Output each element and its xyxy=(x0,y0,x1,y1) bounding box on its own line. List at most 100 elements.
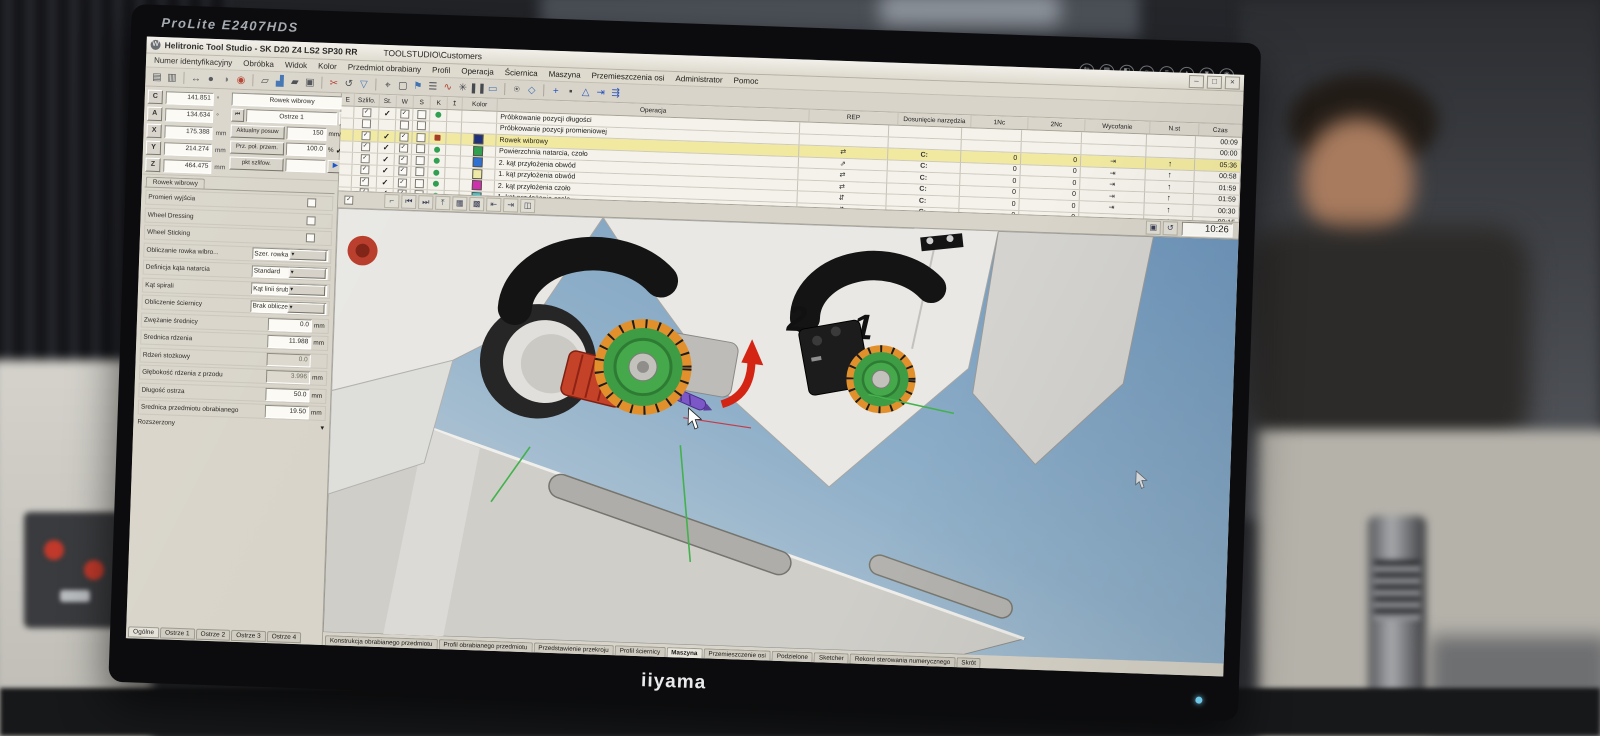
row-checkbox[interactable]: ✓ xyxy=(360,142,369,151)
sim-last-icon[interactable]: ⏭ xyxy=(418,195,433,210)
menu-widok[interactable]: Widok xyxy=(285,60,308,70)
row-checkbox[interactable]: ✓ xyxy=(399,132,408,141)
param-input[interactable]: 11.988 xyxy=(267,335,311,350)
snapshot-icon[interactable]: ▣ xyxy=(1146,221,1161,236)
viewport-tab-maszyna[interactable]: Maszyna xyxy=(666,647,703,658)
param-select[interactable]: Brak obliczenia▼ xyxy=(250,300,326,315)
feed-value[interactable]: 150 xyxy=(286,126,326,140)
feed-button[interactable]: Aktualny posuw xyxy=(230,125,284,140)
flag-icon[interactable]: ⚑ xyxy=(410,78,426,94)
sim-top-icon[interactable]: ⤒ xyxy=(435,196,450,211)
statistics-icon[interactable]: ▟ xyxy=(272,73,288,89)
grind-value[interactable] xyxy=(285,158,325,172)
minimize-button[interactable]: – xyxy=(1189,74,1204,88)
menu-numer-identyfikacyjny[interactable]: Numer identyfikacyjny xyxy=(154,56,233,68)
sim-checkbox[interactable]: ✓ xyxy=(344,195,353,204)
tab-ostrze-4[interactable]: Ostrze 4 xyxy=(266,631,301,643)
param-input[interactable]: 19.50 xyxy=(265,405,309,420)
row-checkbox[interactable] xyxy=(361,119,370,128)
grind-point-button[interactable]: pkt szlifow. xyxy=(229,156,283,171)
viewport-tab-rekord-sterowania-numerycznego[interactable]: Rekord sterowania numerycznego xyxy=(850,653,956,667)
axis-z-button[interactable]: Z xyxy=(145,158,160,173)
row-checkbox[interactable] xyxy=(415,156,424,165)
stop-icon[interactable]: ▪ xyxy=(563,84,579,100)
maximize-button[interactable]: □ xyxy=(1207,75,1222,89)
document-icon[interactable]: ▢ xyxy=(395,78,411,94)
axis-a-button[interactable]: A xyxy=(147,107,162,122)
sim-view2-icon[interactable]: ▩ xyxy=(469,197,484,212)
add-icon[interactable]: + xyxy=(548,83,564,99)
sim-rotate-icon[interactable]: ◫ xyxy=(520,199,535,214)
axis-x-button[interactable]: X xyxy=(146,124,161,139)
fit-view-icon[interactable]: ↔ xyxy=(188,71,204,87)
tab-ostrze-3[interactable]: Ostrze 3 xyxy=(231,630,266,642)
wheel-red-icon[interactable]: ◉ xyxy=(233,72,249,88)
menu-administrator[interactable]: Administrator xyxy=(675,74,722,85)
row-checkbox[interactable]: ✓ xyxy=(360,165,369,174)
menu-pomoc[interactable]: Pomoc xyxy=(733,76,758,86)
param-input[interactable]: 50.0 xyxy=(265,387,309,402)
viewport-tab-profil-ściernicy[interactable]: Profil ściernicy xyxy=(615,645,666,657)
viewport-tab-przemieszczenie-osi[interactable]: Przemieszczenie osi xyxy=(703,648,771,660)
sim-view1-icon[interactable]: ▦ xyxy=(452,196,467,211)
row-checkbox[interactable]: ✓ xyxy=(359,177,368,186)
edge-selector[interactable]: Ostrze 1 xyxy=(246,109,338,125)
pause-icon[interactable]: ❚❚ xyxy=(470,80,486,96)
sim-corner-icon[interactable]: ⌐ xyxy=(384,194,399,209)
row-checkbox[interactable]: ✓ xyxy=(360,154,369,163)
menu-przemieszczenia-osi[interactable]: Przemieszczenia osi xyxy=(591,71,664,83)
row-checkbox[interactable] xyxy=(399,121,408,130)
row-checkbox[interactable]: ✓ xyxy=(361,131,370,140)
graph-icon[interactable]: ∿ xyxy=(440,79,456,95)
tab-ostrze-2[interactable]: Ostrze 2 xyxy=(195,629,230,641)
param-checkbox[interactable] xyxy=(306,233,315,242)
axis-y-button[interactable]: Y xyxy=(146,141,161,156)
tab-ogólne[interactable]: Ogólne xyxy=(128,626,159,638)
param-checkbox[interactable] xyxy=(306,216,315,225)
row-checkbox[interactable]: ✓ xyxy=(397,178,406,187)
list-icon[interactable]: ☰ xyxy=(425,79,441,95)
machine-3d-viewport[interactable]: 2 1 xyxy=(323,208,1238,663)
viewport-tab-profil-obrabianego-przedmiotu[interactable]: Profil obrabianego przedmiotu xyxy=(438,639,532,652)
param-input[interactable]: 0.0 xyxy=(268,317,312,332)
cascade-windows-icon[interactable]: ▥ xyxy=(164,70,180,86)
param-select[interactable]: Standard▼ xyxy=(252,265,328,280)
cut-icon[interactable]: ✂ xyxy=(326,75,342,91)
sim-next-icon[interactable]: ⇥ xyxy=(503,198,518,213)
menu-przedmiot-obrabiany[interactable]: Przedmiot obrabiany xyxy=(348,63,422,75)
sim-first-icon[interactable]: ⏮ xyxy=(401,195,416,210)
viewport-tab-sketcher[interactable]: Sketcher xyxy=(814,652,849,663)
open-folder-icon[interactable]: ▰ xyxy=(287,74,303,90)
screen-icon[interactable]: ▭ xyxy=(485,81,501,97)
param-select[interactable]: Szer. rowka▼ xyxy=(252,247,328,262)
viewport-tab-podzielone[interactable]: Podzielone xyxy=(772,651,813,662)
override-button[interactable]: Prz. poł. przem. xyxy=(230,141,284,156)
chevron-down-icon[interactable]: ▼ xyxy=(287,302,324,313)
chevron-down-icon[interactable]: ▼ xyxy=(289,267,326,278)
axis-c-button[interactable]: C xyxy=(148,90,163,105)
row-checkbox[interactable]: ✓ xyxy=(398,144,407,153)
tile-windows-icon[interactable]: ▤ xyxy=(149,69,165,85)
menu-maszyna[interactable]: Maszyna xyxy=(548,70,580,80)
sim-run-icon[interactable]: ⇶ xyxy=(608,85,624,101)
viewport-tab-skrót[interactable]: Skrót xyxy=(956,657,981,668)
reset-view-icon[interactable]: ↺ xyxy=(1163,221,1178,236)
save-icon[interactable]: ▣ xyxy=(302,74,318,90)
viewport-tab-konstrukcja-obrabianego-przedmiotu[interactable]: Konstrukcja obrabianego przedmiotu xyxy=(325,635,438,649)
chevron-down-icon[interactable]: ▼ xyxy=(289,250,326,261)
viewport-tab-przedstawienie-przekroju[interactable]: Przedstawienie przekroju xyxy=(533,642,614,655)
override-value[interactable]: 100.0 xyxy=(286,142,326,156)
wheel-edit-icon[interactable]: ⍟ xyxy=(509,82,525,98)
row-checkbox[interactable]: ✓ xyxy=(400,109,409,118)
edge-prev-button[interactable]: ⏮ xyxy=(231,109,244,122)
tab-ostrze-1[interactable]: Ostrze 1 xyxy=(160,627,195,639)
menu-kolor[interactable]: Kolor xyxy=(318,62,337,72)
row-checkbox[interactable] xyxy=(416,121,425,130)
wheel-set-icon[interactable]: ● xyxy=(203,71,219,87)
collision-icon[interactable]: ◇ xyxy=(524,82,540,98)
sim-step-icon[interactable]: ⇥ xyxy=(593,85,609,101)
param-checkbox[interactable] xyxy=(307,198,316,207)
row-checkbox[interactable] xyxy=(415,167,424,176)
sim-prev-icon[interactable]: ⇤ xyxy=(486,197,501,212)
row-checkbox[interactable] xyxy=(416,133,425,142)
